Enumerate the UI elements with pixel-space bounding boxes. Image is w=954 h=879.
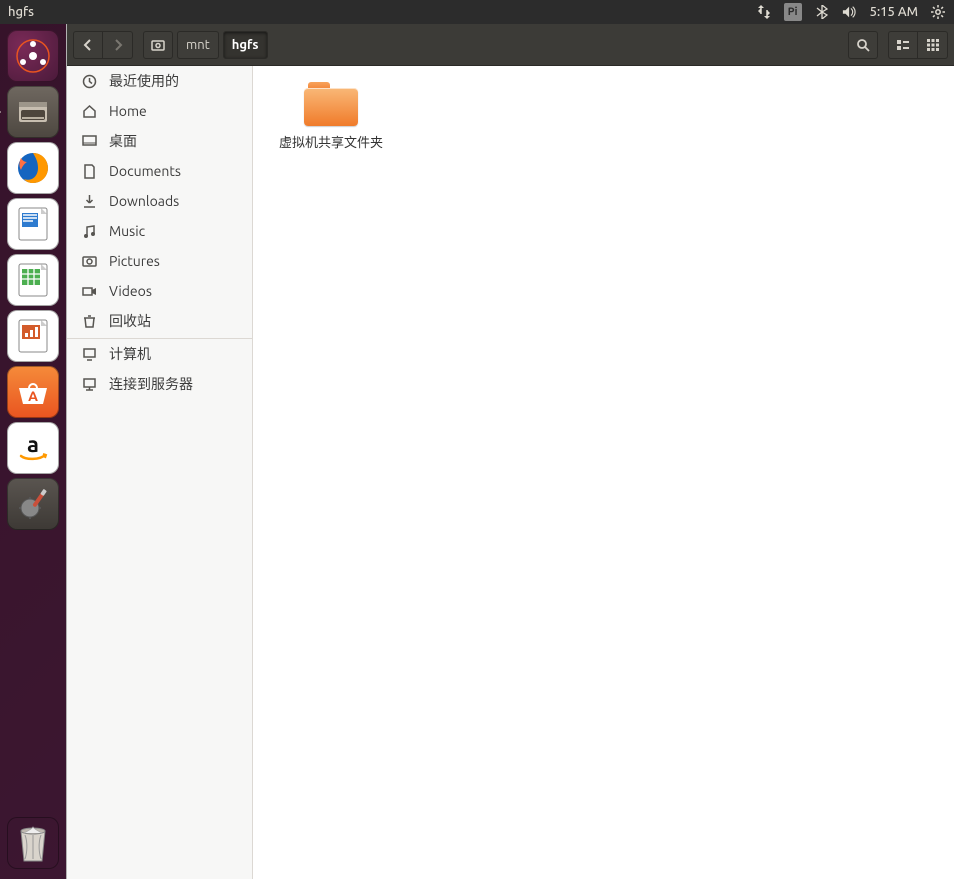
downloads-icon bbox=[81, 193, 97, 209]
sound-icon[interactable] bbox=[842, 4, 858, 20]
sidebar-item-label: Downloads bbox=[109, 193, 179, 209]
network-icon[interactable] bbox=[756, 4, 772, 20]
toolbar: mnt hgfs bbox=[67, 24, 954, 66]
back-button[interactable] bbox=[73, 31, 103, 59]
sidebar-item-label: 计算机 bbox=[109, 344, 151, 364]
breadcrumb-hgfs[interactable]: hgfs bbox=[223, 31, 268, 59]
sidebar-computer[interactable]: 计算机 bbox=[67, 339, 252, 369]
home-icon bbox=[81, 103, 97, 119]
folder-name: 虚拟机共享文件夹 bbox=[279, 132, 383, 151]
computer-icon bbox=[81, 346, 97, 362]
sidebar-item-label: 连接到服务器 bbox=[109, 374, 193, 394]
sidebar-home[interactable]: Home bbox=[67, 96, 252, 126]
launcher-trash[interactable] bbox=[7, 817, 59, 869]
sidebar: 最近使用的 Home 桌面 Documents Downloads bbox=[67, 66, 253, 879]
bluetooth-icon[interactable] bbox=[814, 4, 830, 20]
desktop: A a mnt hgfs bbox=[0, 24, 954, 879]
sidebar-item-label: Home bbox=[109, 103, 147, 119]
documents-icon bbox=[81, 163, 97, 179]
launcher-settings[interactable] bbox=[7, 478, 59, 530]
view-list-button[interactable] bbox=[888, 31, 918, 59]
server-icon bbox=[81, 376, 97, 392]
folder-icon bbox=[304, 82, 358, 126]
clock-icon bbox=[81, 73, 97, 89]
sidebar-item-label: Music bbox=[109, 223, 145, 239]
launcher-dash[interactable] bbox=[7, 30, 59, 82]
sidebar-connect-server[interactable]: 连接到服务器 bbox=[67, 369, 252, 399]
svg-text:a: a bbox=[27, 432, 39, 457]
launcher-writer[interactable] bbox=[7, 198, 59, 250]
svg-text:A: A bbox=[28, 388, 38, 404]
sidebar-videos[interactable]: Videos bbox=[67, 276, 252, 306]
content-area[interactable]: 虚拟机共享文件夹 bbox=[253, 66, 954, 879]
top-menubar: hgfs Pi 5:15 AM bbox=[0, 0, 954, 24]
sidebar-documents[interactable]: Documents bbox=[67, 156, 252, 186]
desktop-icon bbox=[81, 133, 97, 149]
launcher-calc[interactable] bbox=[7, 254, 59, 306]
music-icon bbox=[81, 223, 97, 239]
path-root-button[interactable] bbox=[143, 31, 173, 59]
sidebar-item-label: 回收站 bbox=[109, 311, 151, 331]
folder-item[interactable]: 虚拟机共享文件夹 bbox=[271, 82, 391, 151]
sidebar-item-label: Documents bbox=[109, 163, 181, 179]
sidebar-item-label: Pictures bbox=[109, 253, 160, 269]
sidebar-item-label: 桌面 bbox=[109, 131, 137, 151]
videos-icon bbox=[81, 283, 97, 299]
trash-icon bbox=[81, 313, 97, 329]
session-gear-icon[interactable] bbox=[930, 4, 946, 20]
sidebar-recent[interactable]: 最近使用的 bbox=[67, 66, 252, 96]
window-title: hgfs bbox=[8, 5, 34, 19]
files-window: mnt hgfs 最近使用的 bbox=[66, 24, 954, 879]
launcher-amazon[interactable]: a bbox=[7, 422, 59, 474]
sidebar-item-label: Videos bbox=[109, 283, 152, 299]
sidebar-desktop[interactable]: 桌面 bbox=[67, 126, 252, 156]
forward-button[interactable] bbox=[103, 31, 133, 59]
sidebar-music[interactable]: Music bbox=[67, 216, 252, 246]
launcher-impress[interactable] bbox=[7, 310, 59, 362]
sidebar-trash[interactable]: 回收站 bbox=[67, 306, 252, 336]
sidebar-item-label: 最近使用的 bbox=[109, 71, 179, 91]
clock[interactable]: 5:15 AM bbox=[870, 5, 918, 19]
launcher-files[interactable] bbox=[7, 86, 59, 138]
sidebar-downloads[interactable]: Downloads bbox=[67, 186, 252, 216]
search-button[interactable] bbox=[848, 31, 878, 59]
sidebar-pictures[interactable]: Pictures bbox=[67, 246, 252, 276]
launcher-software[interactable]: A bbox=[7, 366, 59, 418]
breadcrumb-mnt[interactable]: mnt bbox=[177, 31, 219, 59]
input-method-indicator[interactable]: Pi bbox=[784, 3, 802, 21]
view-grid-button[interactable] bbox=[918, 31, 948, 59]
launcher-firefox[interactable] bbox=[7, 142, 59, 194]
pictures-icon bbox=[81, 253, 97, 269]
system-tray: Pi 5:15 AM bbox=[756, 3, 946, 21]
launcher: A a bbox=[0, 24, 66, 879]
